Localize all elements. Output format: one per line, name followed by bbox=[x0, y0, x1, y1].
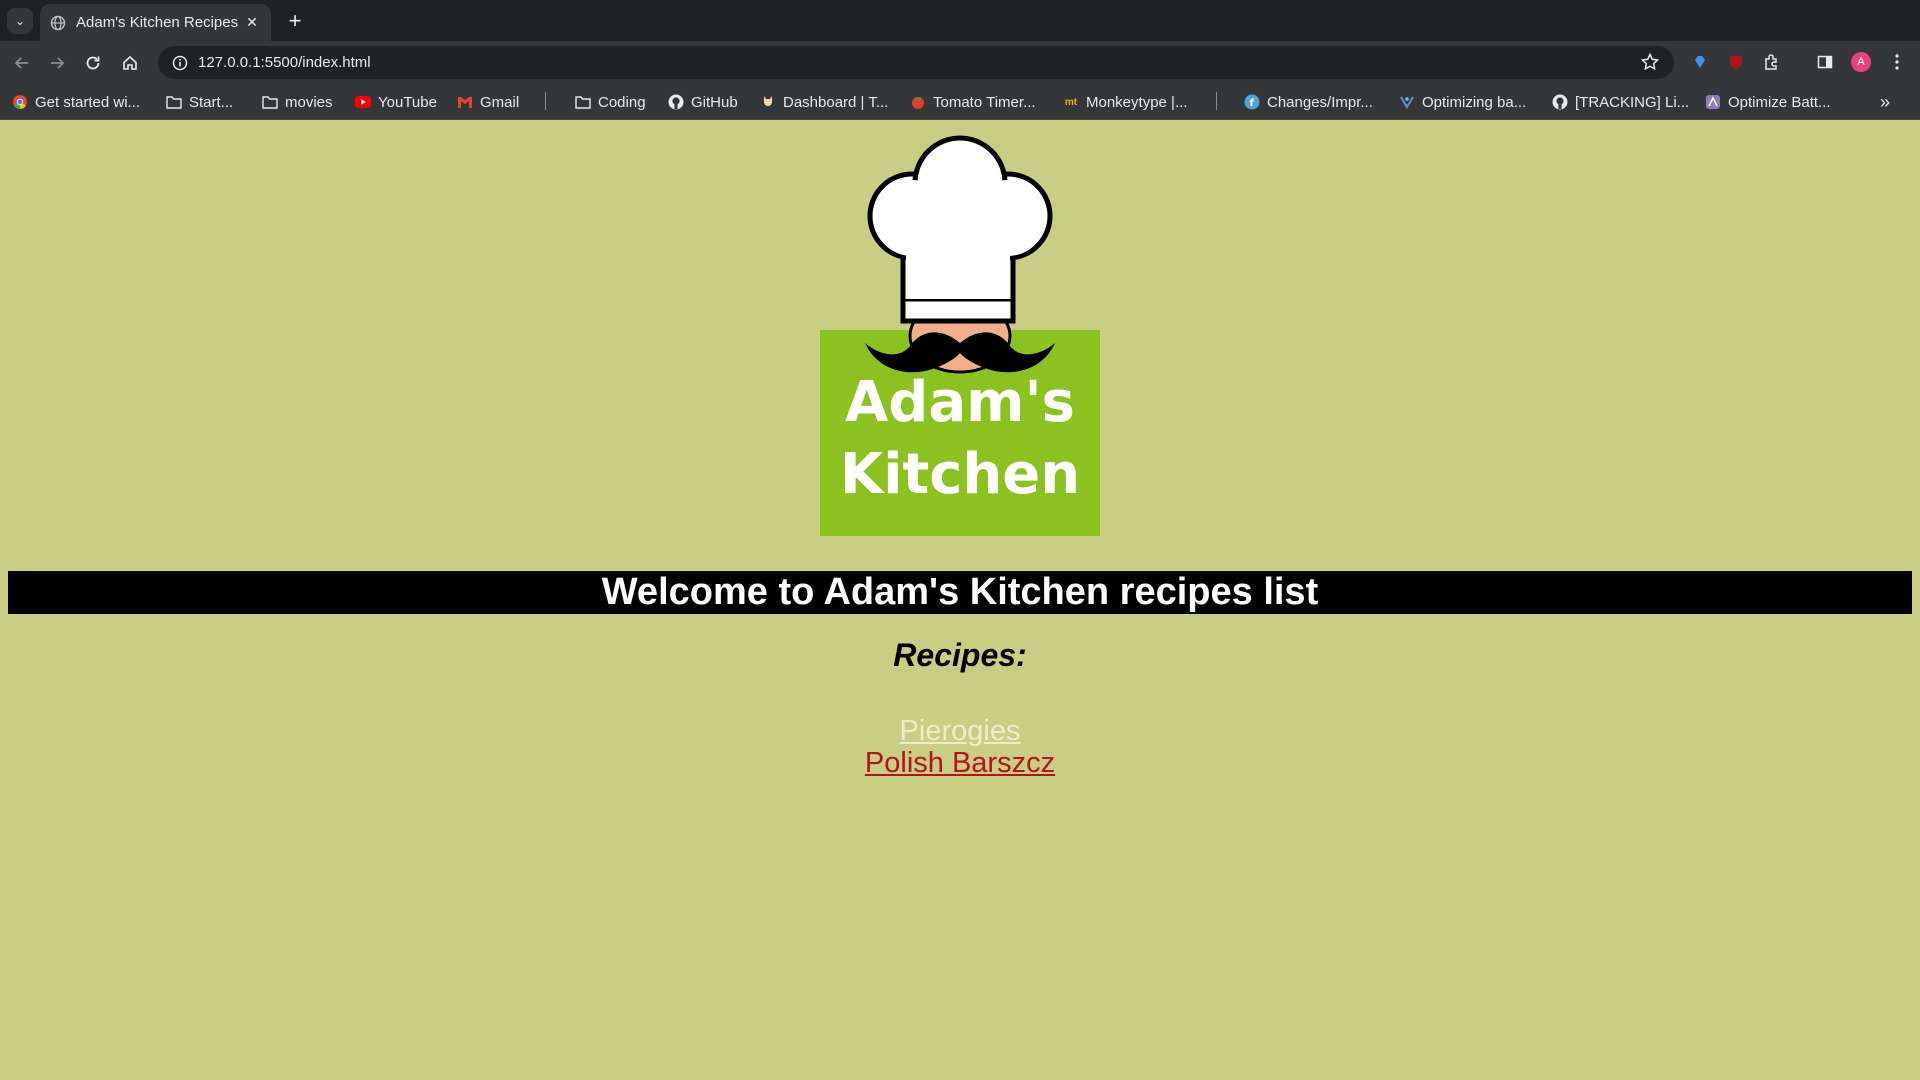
bookmark-separator bbox=[545, 92, 546, 110]
bookmark-label: Coding bbox=[598, 93, 646, 111]
bookmark-item[interactable]: YouTube bbox=[355, 90, 437, 114]
reload-button[interactable] bbox=[78, 48, 108, 78]
bookmarks-overflow-button[interactable]: » bbox=[1880, 90, 1890, 114]
reload-icon bbox=[86, 56, 100, 70]
bookmark-item[interactable]: Optimizing ba... bbox=[1399, 90, 1526, 114]
bookmark-item[interactable]: Gmail bbox=[457, 90, 519, 114]
bookmark-item[interactable]: Dashboard | T... bbox=[760, 90, 888, 114]
side-panel-icon[interactable] bbox=[1814, 51, 1836, 73]
extensions-puzzle-icon[interactable] bbox=[1761, 51, 1783, 73]
welcome-banner: Welcome to Adam's Kitchen recipes list bbox=[8, 571, 1912, 614]
bookmark-separator bbox=[1216, 92, 1217, 110]
info-icon[interactable] bbox=[172, 55, 188, 71]
dashboard-icon bbox=[760, 94, 776, 110]
tab-search-button[interactable]: ⌄ bbox=[7, 8, 33, 34]
tab-strip: ⌄ Adam's Kitchen Recipes ✕ + bbox=[0, 0, 1920, 41]
home-button[interactable] bbox=[115, 48, 145, 78]
bookmark-site-icon bbox=[1399, 94, 1415, 110]
bookmark-item[interactable]: Tomato Timer... bbox=[910, 90, 1036, 114]
tab-title: Adam's Kitchen Recipes bbox=[76, 14, 239, 31]
bookmark-label: YouTube bbox=[378, 93, 437, 111]
address-bar[interactable]: 127.0.0.1:5500/index.html bbox=[158, 46, 1674, 79]
recipe-list: Pierogies Polish Barszcz bbox=[0, 715, 1920, 779]
bookmark-label: Monkeytype |... bbox=[1086, 93, 1188, 111]
bookmark-label: GitHub bbox=[691, 93, 738, 111]
bookmark-folder[interactable]: Start... bbox=[166, 90, 233, 114]
tab-active[interactable]: Adam's Kitchen Recipes ✕ bbox=[40, 4, 271, 41]
chevron-down-icon: ⌄ bbox=[14, 14, 26, 28]
folder-icon bbox=[575, 94, 591, 110]
adams-kitchen-logo: Adam's Kitchen bbox=[820, 135, 1100, 536]
bookmark-label: Gmail bbox=[480, 93, 520, 111]
star-icon[interactable] bbox=[1640, 52, 1660, 72]
recipe-link-polish-barszcz[interactable]: Polish Barszcz bbox=[0, 747, 1920, 779]
bookmark-label: Tomato Timer... bbox=[933, 93, 1036, 111]
url-text: 127.0.0.1:5500/index.html bbox=[198, 54, 371, 71]
chrome-icon bbox=[12, 94, 28, 110]
bookmark-label: Dashboard | T... bbox=[783, 93, 889, 111]
bookmark-folder[interactable]: movies bbox=[262, 90, 333, 114]
ublock-icon[interactable] bbox=[1725, 51, 1747, 73]
logo-text-line1: Adam's bbox=[845, 370, 1075, 435]
bookmark-label: Changes/Impr... bbox=[1267, 93, 1373, 111]
bookmark-item[interactable]: Get started wi... bbox=[12, 90, 140, 114]
browser-toolbar: 127.0.0.1:5500/index.html A bbox=[0, 41, 1920, 84]
svg-text:f: f bbox=[1250, 98, 1255, 109]
extension-gem-icon[interactable] bbox=[1689, 51, 1711, 73]
globe-icon bbox=[50, 15, 66, 30]
logo-text-line2: Kitchen bbox=[840, 442, 1080, 507]
bookmark-label: Optimize Batt... bbox=[1728, 93, 1831, 111]
github-icon bbox=[668, 94, 684, 110]
folder-icon bbox=[262, 94, 278, 110]
recipe-link-pierogies[interactable]: Pierogies bbox=[0, 715, 1920, 747]
arrow-left-icon bbox=[14, 57, 28, 69]
folder-icon bbox=[166, 94, 182, 110]
youtube-icon bbox=[355, 94, 371, 110]
bookmark-item[interactable]: mt Monkeytype |... bbox=[1063, 90, 1188, 114]
tomato-icon bbox=[910, 94, 926, 110]
bookmark-label: Get started wi... bbox=[35, 93, 141, 111]
new-tab-button[interactable]: + bbox=[282, 8, 308, 34]
bookmark-item[interactable]: Optimize Batt... bbox=[1705, 90, 1831, 114]
bookmark-label: Optimizing ba... bbox=[1422, 93, 1527, 111]
bookmarks-bar: Get started wi... Start... movies YouTub… bbox=[0, 84, 1920, 120]
fedora-icon: f bbox=[1244, 94, 1260, 110]
bookmark-item[interactable]: f Changes/Impr... bbox=[1244, 90, 1373, 114]
arrow-right-icon bbox=[51, 57, 65, 69]
kebab-menu-icon[interactable] bbox=[1886, 51, 1908, 73]
gmail-icon bbox=[457, 94, 473, 110]
bookmark-label: Start... bbox=[189, 93, 234, 111]
bookmark-site-icon bbox=[1705, 94, 1721, 110]
github-icon bbox=[1552, 94, 1568, 110]
monkeytype-icon: mt bbox=[1064, 96, 1078, 108]
plus-icon: + bbox=[288, 8, 302, 33]
bookmark-folder[interactable]: Coding bbox=[575, 90, 646, 114]
home-icon bbox=[123, 55, 137, 70]
profile-avatar[interactable]: A bbox=[1851, 52, 1871, 72]
back-button[interactable] bbox=[7, 48, 37, 78]
bookmark-label: movies bbox=[285, 93, 333, 111]
close-icon[interactable]: ✕ bbox=[243, 14, 261, 32]
recipes-heading: Recipes: bbox=[893, 637, 1027, 673]
page-body: Adam's Kitchen Welcome to Adam's Kitchen… bbox=[0, 121, 1920, 1080]
bookmark-item[interactable]: GitHub bbox=[668, 90, 738, 114]
double-chevron-right-icon: » bbox=[1880, 91, 1891, 112]
bookmark-label: [TRACKING] Li... bbox=[1575, 93, 1690, 111]
bookmark-item[interactable]: [TRACKING] Li... bbox=[1552, 90, 1689, 114]
forward-button[interactable] bbox=[42, 48, 72, 78]
